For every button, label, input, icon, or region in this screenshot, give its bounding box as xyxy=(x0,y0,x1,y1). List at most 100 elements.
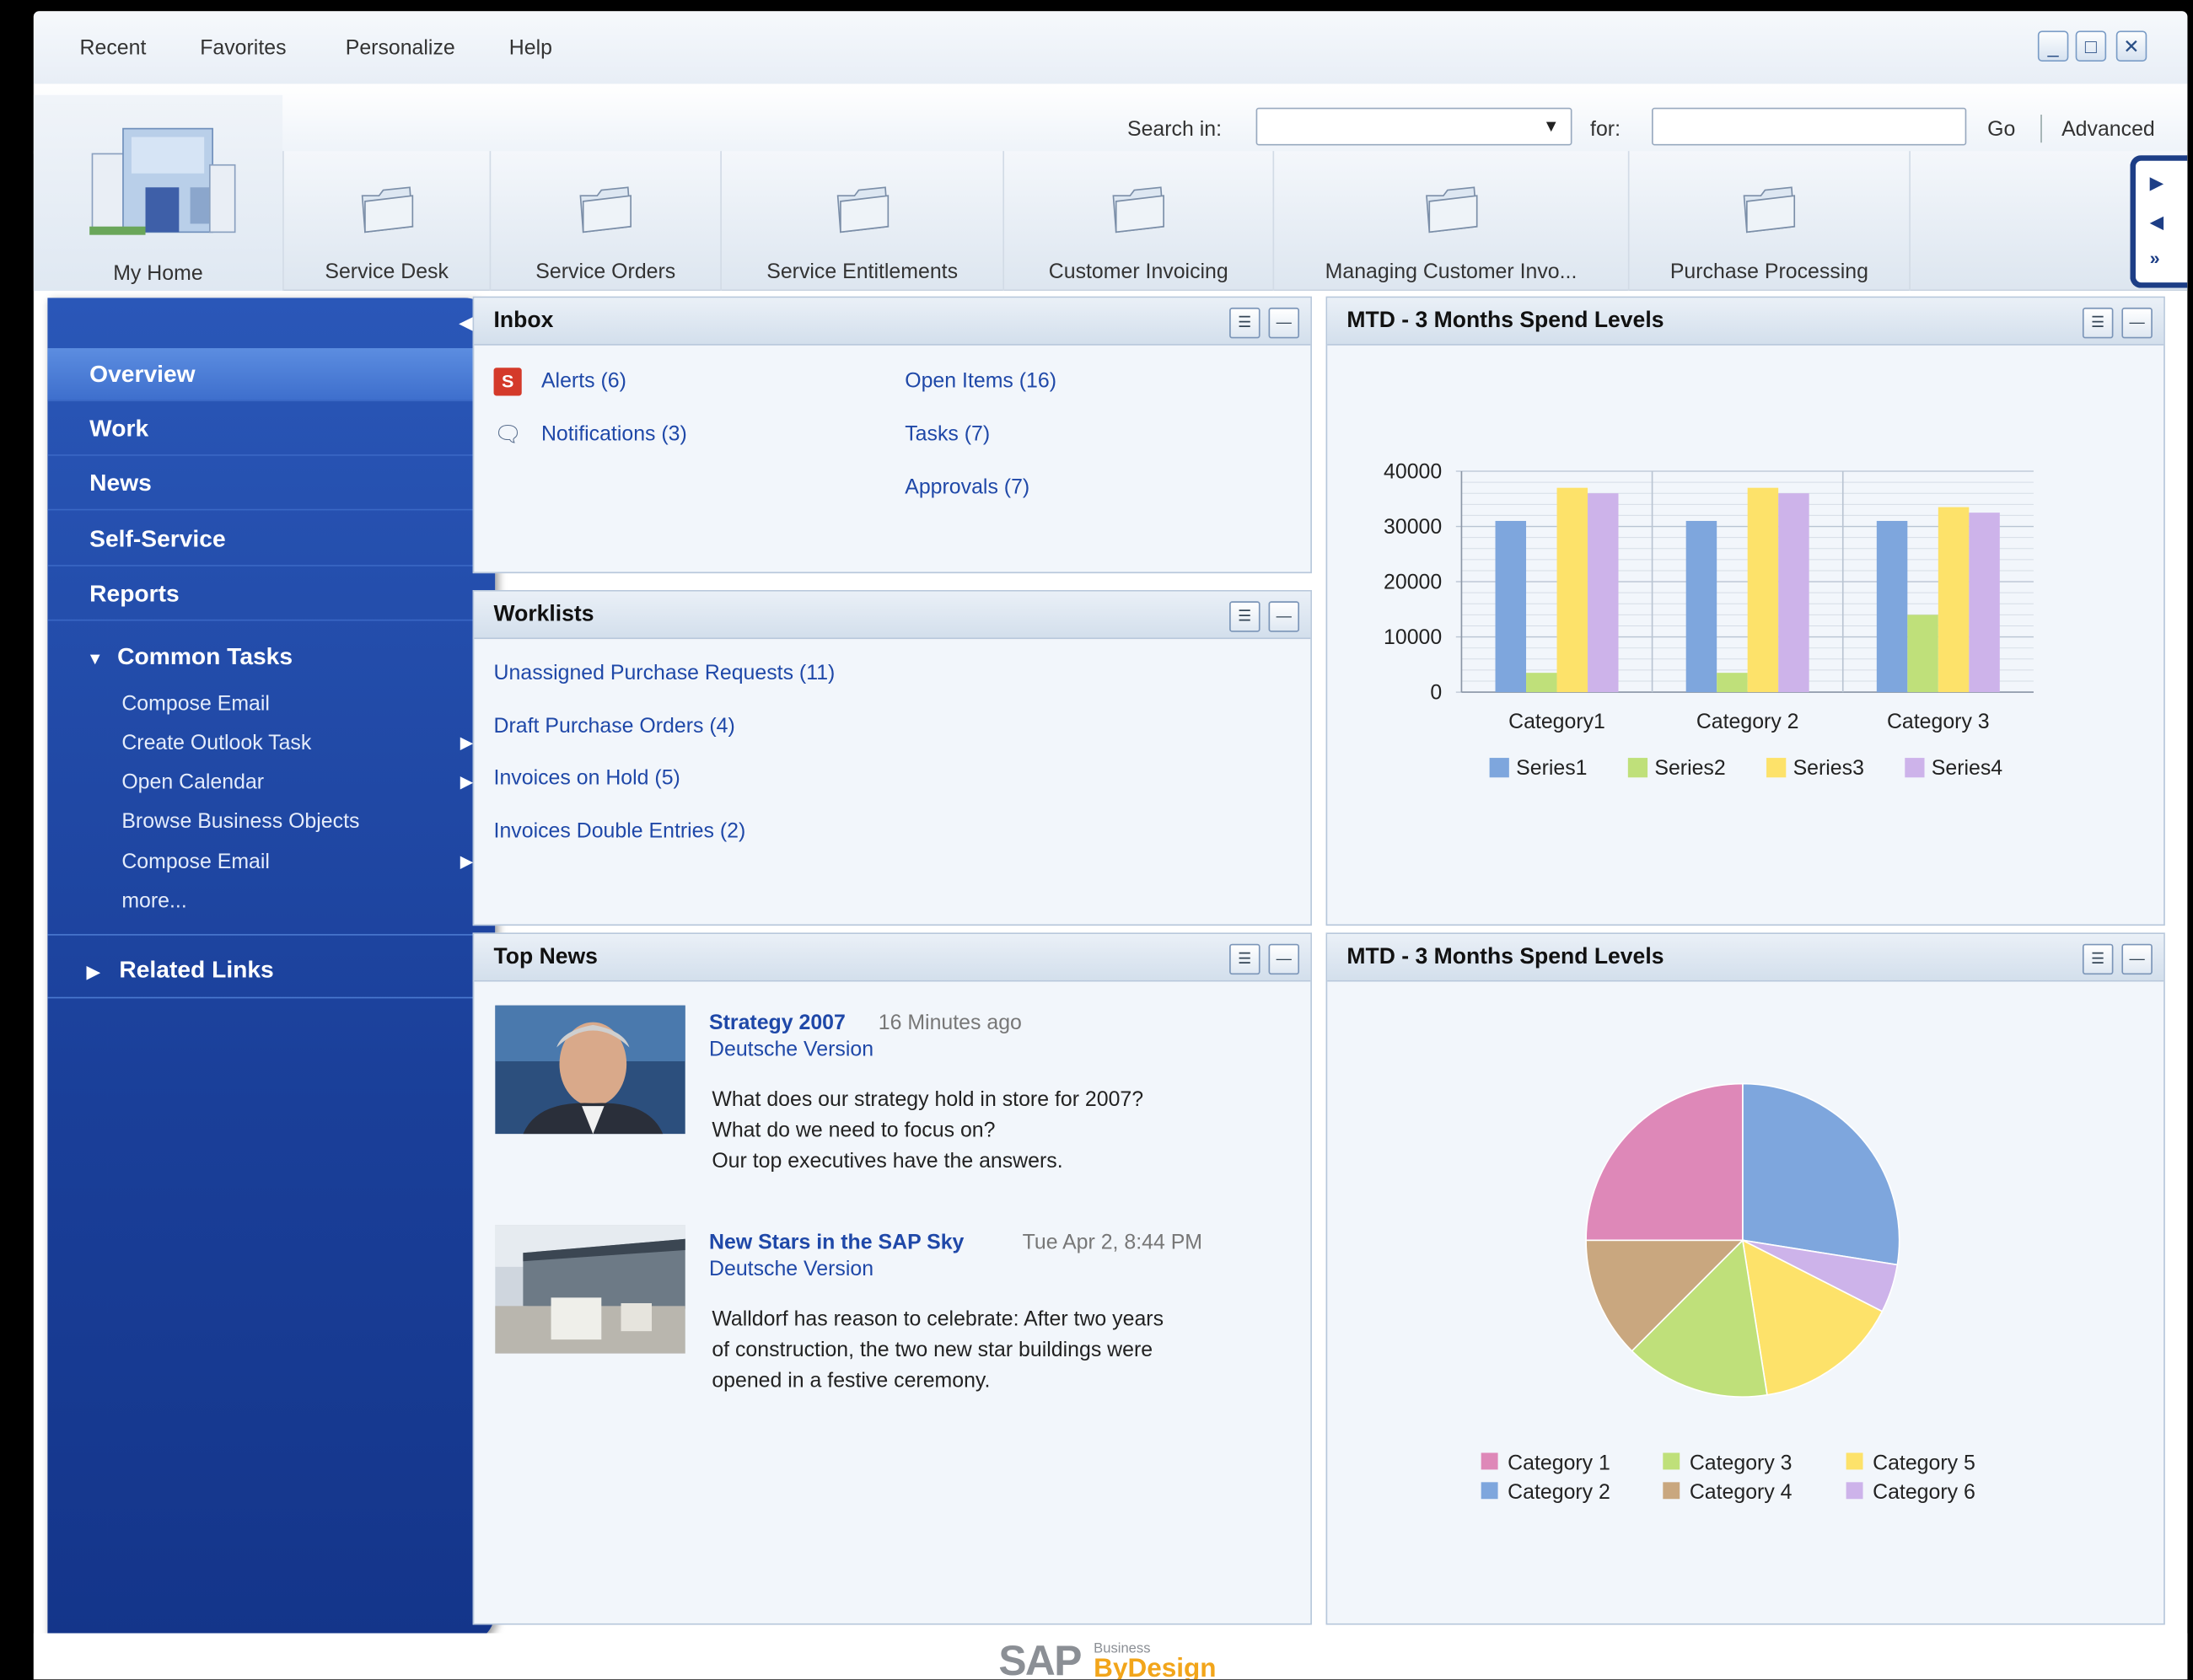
tab-managing-customer-invoicing[interactable]: Managing Customer Invo... xyxy=(1272,151,1628,292)
minimize-button[interactable]: _ xyxy=(2037,30,2069,62)
task-more[interactable]: more... xyxy=(121,889,186,913)
folder-icon xyxy=(1425,186,1477,233)
bar xyxy=(1938,507,1970,693)
menu-personalize[interactable]: Personalize xyxy=(346,36,455,60)
divider xyxy=(47,996,492,999)
news-title[interactable]: New Stars in the SAP Sky xyxy=(709,1231,964,1254)
bar xyxy=(1747,487,1779,693)
task-compose-email-2[interactable]: Compose Email ▶ xyxy=(121,851,473,874)
folder-icon xyxy=(360,186,413,233)
bar xyxy=(1907,615,1938,693)
panel-minimize-icon[interactable]: — xyxy=(1268,943,1300,975)
news-deutsche-link[interactable]: Deutsche Version xyxy=(709,1038,873,1061)
worklists-panel: Worklists ☰ — Unassigned Purchase Reques… xyxy=(472,590,1312,926)
common-tasks-header[interactable]: ▼ Common Tasks xyxy=(87,643,293,671)
task-browse-business-objects[interactable]: Browse Business Objects xyxy=(121,809,359,833)
go-button[interactable]: Go xyxy=(1987,117,2015,141)
worklist-item[interactable]: Unassigned Purchase Requests (11) xyxy=(494,662,836,685)
legend-swatch xyxy=(1481,1482,1498,1500)
bar-chart-panel: MTD - 3 Months Spend Levels ☰ — 0 10000 20… xyxy=(1325,296,2165,926)
legend-swatch xyxy=(1481,1452,1498,1470)
tasks-link[interactable]: Tasks (7) xyxy=(905,422,990,446)
panel-header: Top News ☰ — xyxy=(474,934,1311,982)
sidebar-item-work[interactable]: Work xyxy=(47,403,492,456)
panel-minimize-icon[interactable]: — xyxy=(2121,307,2153,339)
more-tabs-icon[interactable]: » xyxy=(2150,248,2160,269)
tab-service-desk[interactable]: Service Desk xyxy=(282,151,490,292)
submenu-arrow-icon: ▶ xyxy=(460,771,474,792)
sap-bydesign-logo: SAP Business ByDesign xyxy=(998,1639,1216,1679)
panel-options-icon[interactable]: ☰ xyxy=(2082,307,2114,339)
bar xyxy=(1588,493,1619,693)
scroll-right-icon[interactable]: ▶ xyxy=(2150,172,2164,195)
panel-header: Inbox ☰ — xyxy=(474,298,1311,346)
tab-purchase-processing[interactable]: Purchase Processing xyxy=(1627,151,1911,292)
tab-service-entitlements[interactable]: Service Entitlements xyxy=(720,151,1002,292)
news-deutsche-link[interactable]: Deutsche Version xyxy=(709,1257,873,1280)
news-body: Walldorf has reason to celebrate: After … xyxy=(712,1305,1164,1397)
panel-minimize-icon[interactable]: — xyxy=(1268,307,1300,339)
sidebar-item-reports[interactable]: Reports xyxy=(47,567,492,621)
panel-options-icon[interactable]: ☰ xyxy=(1229,943,1260,975)
tab-label: Managing Customer Invo... xyxy=(1325,260,1578,284)
menu-favorites[interactable]: Favorites xyxy=(200,36,286,60)
worklist-item[interactable]: Invoices on Hold (5) xyxy=(494,766,680,790)
panel-minimize-icon[interactable]: — xyxy=(1268,601,1300,632)
worklist-item[interactable]: Draft Purchase Orders (4) xyxy=(494,715,735,738)
tab-label: Service Desk xyxy=(325,260,449,284)
expand-right-icon: ▶ xyxy=(86,962,100,982)
collapse-sidebar-icon[interactable]: ◀ xyxy=(459,312,473,335)
pie-slice xyxy=(1742,1082,1900,1266)
worklist-item[interactable]: Invoices Double Entries (2) xyxy=(494,819,746,843)
news-line: of construction, the two new star buildi… xyxy=(712,1338,1153,1362)
maximize-button[interactable]: □ xyxy=(2075,30,2107,62)
task-create-outlook-task[interactable]: Create Outlook Task ▶ xyxy=(121,732,473,755)
sidebar-item-overview[interactable]: Overview xyxy=(47,348,492,402)
tab-service-orders[interactable]: Service Orders xyxy=(489,151,721,292)
tab-label: Purchase Processing xyxy=(1669,260,1868,284)
notifications-link[interactable]: Notifications (3) xyxy=(541,422,687,446)
y-tick-label: 30000 xyxy=(1384,515,1442,539)
task-compose-email[interactable]: Compose Email xyxy=(121,692,270,716)
footer: SAP Business ByDesign xyxy=(33,1633,2188,1679)
menu-help[interactable]: Help xyxy=(509,36,552,60)
news-line: What does our strategy hold in store for… xyxy=(712,1087,1144,1112)
related-links-title: Related Links xyxy=(119,956,274,984)
panel-minimize-icon[interactable]: — xyxy=(2121,943,2153,975)
pie-chart: Category 1 Category 3 Category 5 Category 2… xyxy=(1481,1082,1975,1504)
tab-label: Service Entitlements xyxy=(766,260,959,284)
open-items-link[interactable]: Open Items (16) xyxy=(905,369,1056,393)
legend-label: Series3 xyxy=(1793,756,1864,780)
approvals-link[interactable]: Approvals (7) xyxy=(905,475,1029,499)
panel-options-icon[interactable]: ☰ xyxy=(2082,943,2114,975)
alerts-link[interactable]: Alerts (6) xyxy=(541,369,626,393)
panel-options-icon[interactable]: ☰ xyxy=(1229,307,1260,339)
building-photo xyxy=(495,1225,685,1354)
close-button[interactable]: ✕ xyxy=(2115,30,2147,62)
legend-label: Category 3 xyxy=(1690,1451,1793,1474)
executive-photo xyxy=(495,1005,685,1135)
pie-chart-panel: MTD - 3 Months Spend Levels ☰ — Category… xyxy=(1325,932,2165,1625)
advanced-search-link[interactable]: Advanced xyxy=(2061,117,2155,141)
search-for-input[interactable] xyxy=(1652,107,1967,146)
sidebar-item-self-service[interactable]: Self-Service xyxy=(47,513,492,566)
building-icon xyxy=(89,127,236,235)
task-open-calendar[interactable]: Open Calendar ▶ xyxy=(121,770,473,794)
legend-swatch xyxy=(1766,758,1787,778)
search-in-select[interactable]: ▼ xyxy=(1255,107,1572,146)
panel-options-icon[interactable]: ☰ xyxy=(1229,601,1260,632)
menu-recent[interactable]: Recent xyxy=(80,36,147,60)
scroll-left-icon[interactable]: ◀ xyxy=(2150,211,2164,233)
minimize-icon: _ xyxy=(2047,35,2059,58)
panel-title: Inbox xyxy=(493,309,554,333)
news-line: Walldorf has reason to celebrate: After … xyxy=(712,1307,1164,1332)
sidebar-item-news[interactable]: News xyxy=(47,457,492,511)
folder-icon xyxy=(836,186,889,233)
x-tick-label: Category 3 xyxy=(1887,710,1990,733)
tab-customer-invoicing[interactable]: Customer Invoicing xyxy=(1002,151,1272,292)
my-home-tab[interactable]: My Home xyxy=(33,94,283,292)
news-title[interactable]: Strategy 2007 xyxy=(709,1011,846,1034)
related-links-header[interactable]: ▶ Related Links xyxy=(87,957,274,985)
tab-scroll-controls: ▶ ◀ » xyxy=(2130,155,2188,288)
news-line: What do we need to focus on? xyxy=(712,1119,996,1143)
